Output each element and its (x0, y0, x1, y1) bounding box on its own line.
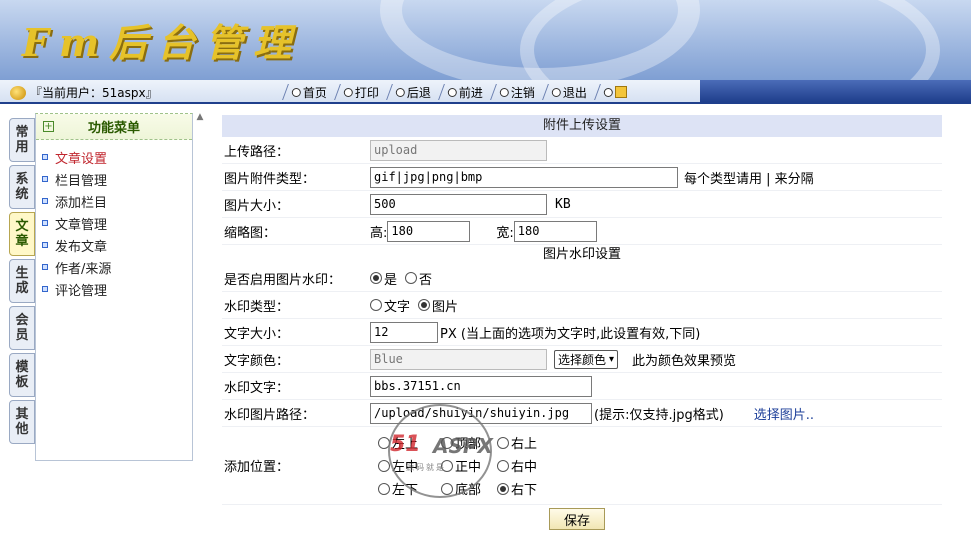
tab-other[interactable]: 其他 (9, 400, 35, 444)
tab-system[interactable]: 系统 (9, 165, 35, 209)
menu-item-article-settings[interactable]: 文章设置 (36, 146, 192, 168)
nav-logout[interactable]: 注销 (490, 84, 548, 100)
circle-icon (500, 87, 510, 97)
current-user: 『当前用户：51aspx』 (10, 84, 158, 101)
position-center-radio[interactable]: 正中 (441, 456, 489, 475)
navbar-dark-section (700, 80, 971, 102)
bullet-icon (42, 264, 48, 270)
position-bottom-left-radio[interactable]: 左下 (378, 479, 433, 498)
upload-settings-form: 附件上传设置 上传路径： upload 图片附件类型： gif|jpg|png|… (222, 115, 942, 530)
circle-icon (448, 87, 458, 97)
image-types-input[interactable]: gif|jpg|png|bmp (370, 166, 678, 188)
watermark-text-input[interactable]: bbs.37151.cn (370, 375, 592, 397)
row-watermark-text: 水印文字： bbs.37151.cn (222, 373, 942, 400)
choose-image-link[interactable]: 选择图片.. (754, 404, 814, 423)
banner-wave-decoration (520, 0, 940, 80)
menu-title: 功能菜单 (88, 121, 141, 136)
nav-print[interactable]: 打印 (334, 84, 392, 100)
position-middle-right-radio[interactable]: 右中 (497, 456, 537, 475)
save-row: 保存 (212, 505, 942, 530)
text-size-input[interactable]: 12 (370, 321, 438, 343)
watermark-image-input[interactable]: /upload/shuiyin/shuiyin.jpg (370, 402, 592, 424)
thumb-width-label: 宽: (496, 225, 514, 241)
tab-template[interactable]: 模板 (9, 353, 35, 397)
user-icon (10, 85, 26, 100)
function-menu: + 功能菜单 文章设置 栏目管理 添加栏目 文章管理 发布文章 作者/来源 评论… (35, 113, 193, 461)
chevron-down-icon: ▾ (609, 353, 615, 365)
image-size-unit: KB (555, 196, 571, 212)
nav-forward[interactable]: 前进 (438, 84, 496, 100)
row-text-size: 文字大小： 12 PX (当上面的选项为文字时,此设置有效,下同) (222, 319, 942, 346)
tab-member[interactable]: 会员 (9, 306, 35, 350)
menu-item-column-manage[interactable]: 栏目管理 (36, 168, 192, 190)
header-banner: Fm后台管理 (0, 0, 971, 80)
color-select[interactable]: 选择颜色 ▾ (554, 349, 619, 369)
expand-icon[interactable]: + (43, 121, 54, 132)
bullet-icon (42, 242, 48, 248)
bullet-icon (42, 286, 48, 292)
watermark-image-hint: (提示:仅支持.jpg格式) (594, 407, 724, 423)
watermark-type-image-radio[interactable]: 图片 (418, 296, 458, 315)
position-top-radio[interactable]: 顶部 (441, 433, 489, 452)
position-top-right-radio[interactable]: 右上 (497, 433, 537, 452)
circle-icon (396, 87, 406, 97)
side-tab-strip: 常用 系统 文章 生成 会员 模板 其他 (9, 118, 35, 447)
menu-item-comment-manage[interactable]: 评论管理 (36, 278, 192, 300)
text-size-hint: PX (当上面的选项为文字时,此设置有效,下同) (440, 326, 701, 342)
enable-watermark-no-radio[interactable]: 否 (405, 269, 432, 288)
nav-extra[interactable] (594, 84, 641, 100)
row-watermark-image: 水印图片路径： /upload/shuiyin/shuiyin.jpg (提示:… (222, 400, 942, 427)
bullet-icon (42, 198, 48, 204)
site-logo: Fm后台管理 (22, 20, 302, 65)
nav-home[interactable]: 首页 (282, 84, 340, 100)
bullet-icon (42, 154, 48, 160)
nav-menu: 首页 打印 后退 前进 注销 退出 (282, 84, 641, 100)
position-top-left-radio[interactable]: 左上 (378, 433, 433, 452)
thumb-width-input[interactable]: 180 (513, 220, 597, 242)
position-middle-left-radio[interactable]: 左中 (378, 456, 433, 475)
image-types-hint: 每个类型请用 | 来分隔 (684, 171, 814, 187)
row-position: 添加位置： 左上 顶部 右上 左中 正中 右中 左下 底部 右下 (222, 427, 942, 505)
tab-common[interactable]: 常用 (9, 118, 35, 162)
bullet-icon (42, 220, 48, 226)
color-preview-text: 此为颜色效果预览 (632, 353, 737, 369)
menu-item-add-column[interactable]: 添加栏目 (36, 190, 192, 212)
enable-watermark-yes-radio[interactable]: 是 (370, 269, 397, 288)
row-watermark-type: 水印类型： 文字 图片 (222, 292, 942, 319)
bullet-icon (42, 176, 48, 182)
watermark-type-text-radio[interactable]: 文字 (370, 296, 410, 315)
circle-icon (604, 87, 614, 97)
scroll-up-arrow-icon[interactable]: ▲ (194, 112, 206, 124)
form-title: 附件上传设置 (222, 115, 942, 137)
text-color-input[interactable]: Blue (370, 348, 547, 370)
row-upload-path: 上传路径： upload (222, 137, 942, 164)
row-image-types: 图片附件类型： gif|jpg|png|bmp 每个类型请用 | 来分隔 (222, 164, 942, 191)
thumb-height-label: 高: (370, 225, 388, 241)
tab-generate[interactable]: 生成 (9, 259, 35, 303)
position-bottom-right-radio[interactable]: 右下 (497, 479, 537, 498)
menu-item-author-source[interactable]: 作者/来源 (36, 256, 192, 278)
menu-item-article-manage[interactable]: 文章管理 (36, 212, 192, 234)
top-navbar: 『当前用户：51aspx』 首页 打印 后退 前进 注销 退出 (0, 80, 971, 104)
row-thumbnail: 缩略图： 高: 180 宽: 180 (222, 218, 942, 245)
nav-exit[interactable]: 退出 (542, 84, 601, 100)
watermark-section-title: 图片水印设置 (542, 247, 621, 262)
circle-icon (552, 87, 562, 97)
circle-icon (292, 87, 301, 97)
nav-back[interactable]: 后退 (386, 84, 444, 100)
row-image-size: 图片大小： 500 KB (222, 191, 942, 218)
row-enable-watermark: 是否启用图片水印： 是 否 (222, 265, 942, 292)
warning-box-icon (615, 86, 628, 98)
row-text-color: 文字颜色： Blue 选择颜色 ▾ 此为颜色效果预览 (222, 346, 942, 373)
tab-article[interactable]: 文章 (9, 212, 35, 256)
upload-path-input[interactable]: upload (370, 139, 547, 161)
menu-header: + 功能菜单 (36, 114, 192, 140)
thumb-height-input[interactable]: 180 (387, 220, 471, 242)
image-size-input[interactable]: 500 (370, 193, 547, 215)
menu-item-publish-article[interactable]: 发布文章 (36, 234, 192, 256)
current-user-label: 『当前用户：51aspx』 (30, 86, 158, 100)
position-bottom-radio[interactable]: 底部 (441, 479, 489, 498)
circle-icon (344, 87, 354, 97)
save-button[interactable]: 保存 (548, 508, 605, 530)
